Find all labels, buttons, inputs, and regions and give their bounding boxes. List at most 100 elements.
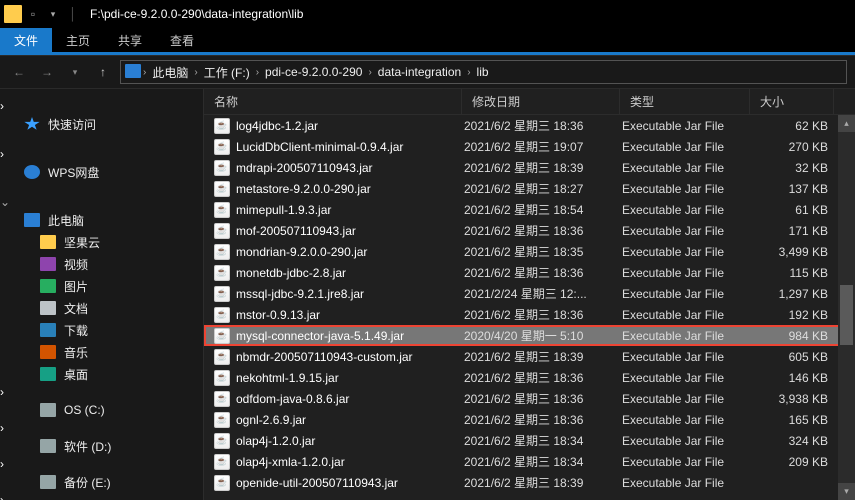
- sidebar-item-wps[interactable]: WPS网盘: [0, 161, 203, 183]
- file-name: monetdb-jdbc-2.8.jar: [236, 266, 346, 280]
- sidebar-item-desk[interactable]: 桌面: [0, 363, 203, 385]
- file-date: 2021/6/2 星期三 18:36: [462, 306, 620, 323]
- tab-file[interactable]: 文件: [0, 28, 52, 52]
- chevron-right-icon[interactable]: ›: [194, 67, 197, 78]
- file-rows: ☕log4jdbc-1.2.jar2021/6/2 星期三 18:36Execu…: [204, 115, 855, 500]
- jar-icon: ☕: [214, 328, 230, 344]
- file-name: odfdom-java-0.8.6.jar: [236, 392, 349, 406]
- table-row[interactable]: ☕mstor-0.9.13.jar2021/6/2 星期三 18:36Execu…: [204, 304, 855, 325]
- table-row[interactable]: ☕nekohtml-1.9.15.jar2021/6/2 星期三 18:36Ex…: [204, 367, 855, 388]
- sidebar-item-label: 视频: [64, 256, 88, 273]
- file-name: nekohtml-1.9.15.jar: [236, 371, 339, 385]
- sidebar-item-os[interactable]: OS (C:): [0, 399, 203, 421]
- desktop-icon: [40, 367, 56, 381]
- document-icon: [40, 301, 56, 315]
- table-row[interactable]: ☕mdrapi-200507110943.jar2021/6/2 星期三 18:…: [204, 157, 855, 178]
- chevron-right-icon[interactable]: ›: [0, 385, 4, 399]
- sidebar-item-label: 坚果云: [64, 234, 100, 251]
- file-size: 165 KB: [750, 413, 828, 427]
- up-button[interactable]: ↑: [92, 61, 114, 83]
- sidebar-item-music[interactable]: 音乐: [0, 341, 203, 363]
- breadcrumb[interactable]: 此电脑: [148, 64, 192, 81]
- sidebar-item-video[interactable]: 视频: [0, 253, 203, 275]
- file-name: mssql-jdbc-9.2.1.jre8.jar: [236, 287, 364, 301]
- file-name: nbmdr-200507110943-custom.jar: [236, 350, 413, 364]
- sidebar-item-quick[interactable]: 快速访问: [0, 113, 203, 135]
- col-type[interactable]: 类型: [620, 89, 750, 114]
- recent-dropdown-icon[interactable]: ▾: [64, 61, 86, 83]
- forward-button[interactable]: →: [36, 61, 58, 83]
- qat-dropdown-icon[interactable]: ▾: [44, 5, 62, 23]
- file-name: mysql-connector-java-5.1.49.jar: [236, 329, 404, 343]
- table-row[interactable]: ☕monetdb-jdbc-2.8.jar2021/6/2 星期三 18:36E…: [204, 262, 855, 283]
- table-row[interactable]: ☕metastore-9.2.0.0-290.jar2021/6/2 星期三 1…: [204, 178, 855, 199]
- sidebar-item-soft[interactable]: 软件 (D:): [0, 435, 203, 457]
- breadcrumb[interactable]: lib: [473, 65, 493, 79]
- breadcrumb[interactable]: 工作 (F:): [200, 64, 254, 81]
- sidebar-item-label: 图片: [64, 278, 88, 295]
- chevron-right-icon[interactable]: ›: [368, 67, 371, 78]
- sidebar-item-label: 软件 (D:): [64, 438, 111, 455]
- table-row[interactable]: ☕mssql-jdbc-9.2.1.jre8.jar2021/2/24 星期三 …: [204, 283, 855, 304]
- jar-icon: ☕: [214, 475, 230, 491]
- tab-home[interactable]: 主页: [52, 28, 104, 52]
- chevron-right-icon[interactable]: ›: [143, 67, 146, 78]
- col-name[interactable]: 名称: [204, 89, 462, 114]
- file-date: 2021/6/2 星期三 18:36: [462, 390, 620, 407]
- scrollbar-vertical[interactable]: ▴ ▾: [838, 115, 855, 500]
- table-row[interactable]: ☕LucidDbClient-minimal-0.9.4.jar2021/6/2…: [204, 136, 855, 157]
- chevron-down-icon[interactable]: ⌄: [0, 195, 10, 209]
- table-row[interactable]: ☕nbmdr-200507110943-custom.jar2021/6/2 星…: [204, 346, 855, 367]
- sidebar: › 快速访问 › WPS网盘 ⌄ 此电脑 坚果云 视频 图片 文档 下载 音乐 …: [0, 89, 204, 500]
- scroll-down-icon[interactable]: ▾: [838, 483, 855, 500]
- table-row[interactable]: ☕mimepull-1.9.3.jar2021/6/2 星期三 18:54Exe…: [204, 199, 855, 220]
- qat-icon[interactable]: ▫: [24, 5, 42, 23]
- file-date: 2021/6/2 星期三 18:34: [462, 432, 620, 449]
- file-type: Executable Jar File: [620, 140, 750, 154]
- col-date[interactable]: 修改日期: [462, 89, 620, 114]
- jar-icon: ☕: [214, 412, 230, 428]
- file-type: Executable Jar File: [620, 245, 750, 259]
- file-type: Executable Jar File: [620, 287, 750, 301]
- scroll-up-icon[interactable]: ▴: [838, 115, 855, 132]
- back-button[interactable]: ←: [8, 61, 30, 83]
- sidebar-item-image[interactable]: 图片: [0, 275, 203, 297]
- sidebar-item-pc[interactable]: 此电脑: [0, 209, 203, 231]
- breadcrumb[interactable]: pdi-ce-9.2.0.0-290: [261, 65, 366, 79]
- col-size[interactable]: 大小: [750, 89, 834, 114]
- file-name: mof-200507110943.jar: [236, 224, 356, 238]
- table-row[interactable]: ☕olap4j-1.2.0.jar2021/6/2 星期三 18:34Execu…: [204, 430, 855, 451]
- chevron-right-icon[interactable]: ›: [0, 147, 4, 161]
- sidebar-item-label: 音乐: [64, 344, 88, 361]
- ribbon-tabs: 文件 主页 共享 查看: [0, 28, 855, 52]
- tab-share[interactable]: 共享: [104, 28, 156, 52]
- sidebar-item-bak[interactable]: 备份 (E:): [0, 471, 203, 493]
- chevron-right-icon[interactable]: ›: [467, 67, 470, 78]
- tab-view[interactable]: 查看: [156, 28, 208, 52]
- breadcrumb[interactable]: data-integration: [374, 65, 465, 79]
- table-row[interactable]: ☕ognl-2.6.9.jar2021/6/2 星期三 18:36Executa…: [204, 409, 855, 430]
- chevron-right-icon[interactable]: ›: [0, 493, 4, 500]
- table-row[interactable]: ☕openide-util-200507110943.jar2021/6/2 星…: [204, 472, 855, 493]
- jar-icon: ☕: [214, 202, 230, 218]
- scroll-thumb[interactable]: [840, 285, 853, 345]
- table-row[interactable]: ☕odfdom-java-0.8.6.jar2021/6/2 星期三 18:36…: [204, 388, 855, 409]
- file-date: 2021/6/2 星期三 18:35: [462, 243, 620, 260]
- address-bar[interactable]: › 此电脑 › 工作 (F:) › pdi-ce-9.2.0.0-290 › d…: [120, 60, 847, 84]
- file-size: 115 KB: [750, 266, 828, 280]
- table-row[interactable]: ☕mysql-connector-java-5.1.49.jar2020/4/2…: [204, 325, 855, 346]
- table-row[interactable]: ☕log4jdbc-1.2.jar2021/6/2 星期三 18:36Execu…: [204, 115, 855, 136]
- sidebar-item-doc[interactable]: 文档: [0, 297, 203, 319]
- chevron-right-icon[interactable]: ›: [0, 457, 4, 471]
- sidebar-item-down[interactable]: 下载: [0, 319, 203, 341]
- chevron-right-icon[interactable]: ›: [0, 99, 4, 113]
- jar-icon: ☕: [214, 139, 230, 155]
- table-row[interactable]: ☕olap4j-xmla-1.2.0.jar2021/6/2 星期三 18:34…: [204, 451, 855, 472]
- table-row[interactable]: ☕mof-200507110943.jar2021/6/2 星期三 18:36E…: [204, 220, 855, 241]
- jar-icon: ☕: [214, 307, 230, 323]
- table-row[interactable]: ☕mondrian-9.2.0.0-290.jar2021/6/2 星期三 18…: [204, 241, 855, 262]
- chevron-right-icon[interactable]: ›: [256, 67, 259, 78]
- chevron-right-icon[interactable]: ›: [0, 421, 4, 435]
- file-type: Executable Jar File: [620, 371, 750, 385]
- sidebar-item-nut[interactable]: 坚果云: [0, 231, 203, 253]
